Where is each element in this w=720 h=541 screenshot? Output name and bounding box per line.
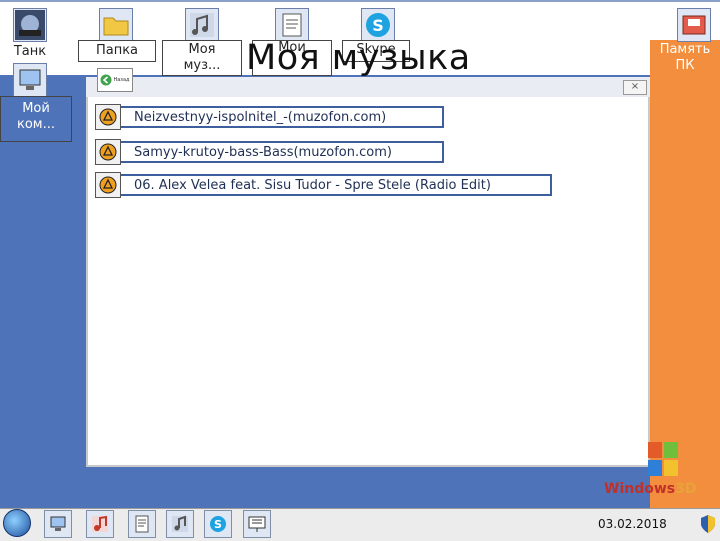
windows-3d-logo-text: Windows3D (604, 481, 697, 497)
start-button-icon[interactable] (3, 509, 31, 537)
back-arrow-icon (100, 74, 112, 86)
window-toolbar (86, 77, 650, 97)
play-button-icon[interactable] (95, 139, 121, 165)
svg-text:S: S (214, 518, 222, 531)
taskbar-music-folder-icon[interactable] (166, 510, 194, 538)
track-item[interactable]: Neizvestnyy-ispolnitel_-(muzofon.com) (118, 106, 444, 128)
play-button-icon[interactable] (95, 104, 121, 130)
svg-text:S: S (372, 16, 384, 35)
music-folder-icon[interactable] (185, 8, 219, 42)
desktop-icon-label-folder: Папка (95, 43, 139, 58)
track-title: Samyy-krutoy-bass-Bass(muzofon.com) (134, 144, 392, 160)
track-item[interactable]: 06. Alex Velea feat. Sisu Tudor - Spre S… (118, 174, 552, 196)
desktop-icon-label-tank: Танк (13, 44, 47, 59)
music-window (86, 77, 650, 467)
computer-icon[interactable] (13, 63, 47, 97)
desktop-icon-label-music: Моя муз... (183, 42, 221, 73)
taskbar-presentation-icon[interactable] (243, 510, 271, 538)
memory-icon[interactable] (677, 8, 711, 42)
logo-text-main: Windows (604, 481, 676, 497)
track-title: 06. Alex Velea feat. Sisu Tudor - Spre S… (134, 177, 491, 193)
desktop-icon-label-computer: Мой ком... (16, 101, 55, 132)
taskbar-music-icon[interactable] (86, 510, 114, 538)
play-button-icon[interactable] (95, 172, 121, 198)
close-button[interactable]: × (623, 80, 647, 95)
top-border (0, 0, 720, 2)
skype-icon[interactable]: S (361, 8, 395, 42)
track-title: Neizvestnyy-ispolnitel_-(muzofon.com) (134, 109, 387, 125)
page-title: Моя музыка (246, 38, 471, 78)
taskbar-documents-icon[interactable] (128, 510, 156, 538)
taskbar-skype-icon[interactable]: S (204, 510, 232, 538)
taskbar-date: 03.02.2018 (598, 517, 667, 531)
documents-icon[interactable] (275, 8, 309, 42)
back-button[interactable]: Назад (97, 68, 133, 92)
security-shield-icon[interactable] (700, 514, 716, 534)
logo-text-accent: 3D (675, 481, 697, 497)
folder-icon[interactable] (99, 8, 133, 42)
back-button-label: Назад (113, 77, 130, 83)
taskbar-computer-icon[interactable] (44, 510, 72, 538)
tank-game-icon[interactable] (13, 8, 47, 42)
desktop-icon-label-memory: Память ПК (659, 42, 711, 73)
track-item[interactable]: Samyy-krutoy-bass-Bass(muzofon.com) (118, 141, 444, 163)
